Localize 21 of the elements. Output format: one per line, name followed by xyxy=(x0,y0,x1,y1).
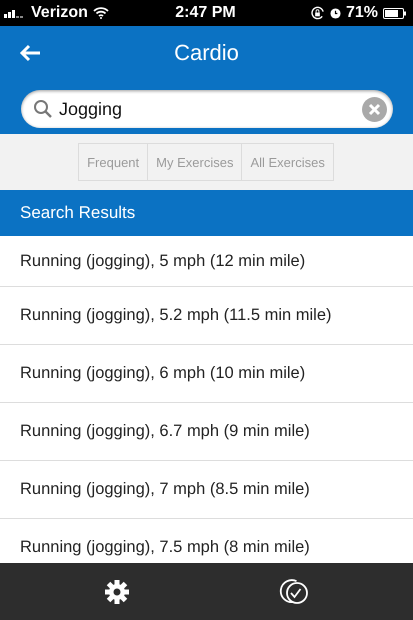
battery-percent: 71% xyxy=(346,4,378,22)
exercise-item[interactable]: Running (jogging), 6.7 mph (9 min mile) xyxy=(20,422,310,441)
back-arrow-icon[interactable] xyxy=(19,44,41,62)
search-icon xyxy=(33,99,53,119)
exercise-item[interactable]: Running (jogging), 6 mph (10 min mile) xyxy=(20,364,306,383)
screen-title: Cardio xyxy=(174,40,239,66)
exercise-item[interactable]: Running (jogging), 5 mph (12 min mile) xyxy=(20,252,306,270)
wifi-icon xyxy=(92,7,109,19)
check-circles-icon[interactable] xyxy=(278,578,309,606)
battery-icon xyxy=(383,8,407,18)
signal-icon xyxy=(4,8,26,18)
section-header: Search Results xyxy=(0,190,413,236)
clock-time: 2:47 PM xyxy=(175,4,236,22)
search-field[interactable]: Jogging xyxy=(21,90,393,128)
rotation-lock-icon xyxy=(310,6,325,20)
exercise-item[interactable]: Running (jogging), 7 mph (8.5 min mile) xyxy=(20,480,310,499)
exercise-item[interactable]: Running (jogging), 7.5 mph (8 min mile) xyxy=(20,538,310,557)
exercise-item[interactable]: Running (jogging), 5.2 mph (11.5 min mile) xyxy=(20,306,332,325)
alarm-icon xyxy=(330,8,341,18)
carrier-name: Verizon xyxy=(31,4,88,22)
settings-icon[interactable] xyxy=(104,578,130,604)
